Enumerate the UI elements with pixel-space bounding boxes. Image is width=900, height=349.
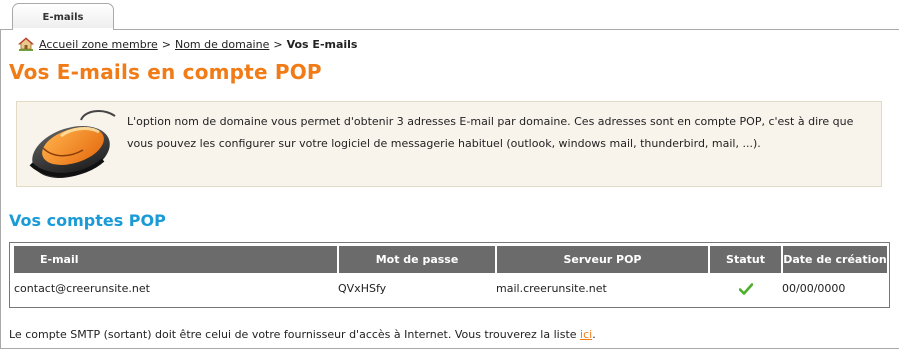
header-password: Mot de passe [337, 246, 496, 273]
home-icon [18, 37, 34, 51]
accounts-table: E-mail Mot de passe Serveur POP Statut D… [14, 246, 887, 303]
check-icon [738, 282, 753, 295]
password-cell: QVxHSfy [338, 281, 387, 295]
page-title: Vos E-mails en compte POP [9, 60, 322, 84]
header-email: E-mail [14, 246, 338, 273]
smtp-note-text: Le compte SMTP (sortant) doit être celui… [9, 328, 577, 341]
breadcrumb-domain-link[interactable]: Nom de domaine [175, 38, 269, 51]
breadcrumb-separator: > [273, 37, 283, 51]
accounts-table-frame: E-mail Mot de passe Serveur POP Statut D… [9, 242, 890, 308]
tab-bar: E-mails [0, 0, 900, 30]
table-header-row: E-mail Mot de passe Serveur POP Statut D… [14, 246, 887, 273]
smtp-list-link[interactable]: ici [580, 328, 592, 341]
breadcrumb-current: Vos E-mails [286, 37, 358, 51]
tab-emails[interactable]: E-mails [12, 3, 114, 30]
computer-mouse-icon [29, 110, 116, 178]
section-title: Vos comptes POP [9, 211, 166, 230]
info-text: L'option nom de domaine vous permet d'ob… [127, 115, 854, 150]
header-server: Serveur POP [495, 246, 709, 273]
date-cell: 00/00/0000 [782, 281, 846, 295]
header-date: Date de création [781, 246, 887, 273]
breadcrumb: Accueil zone membre > Nom de domaine > V… [18, 37, 357, 51]
smtp-note: Le compte SMTP (sortant) doit être celui… [9, 328, 596, 341]
server-cell: mail.creerunsite.net [496, 281, 607, 295]
breadcrumb-separator: > [161, 37, 171, 51]
breadcrumb-home-link[interactable]: Accueil zone membre [39, 38, 158, 51]
email-cell: contact@creerunsite.net [14, 281, 150, 295]
table-row: contact@creerunsite.net QVxHSfy mail.cre… [14, 273, 887, 303]
header-status: Statut [708, 246, 782, 273]
smtp-note-end: . [592, 328, 596, 341]
status-cell [709, 273, 782, 303]
info-box: L'option nom de domaine vous permet d'ob… [16, 101, 882, 187]
